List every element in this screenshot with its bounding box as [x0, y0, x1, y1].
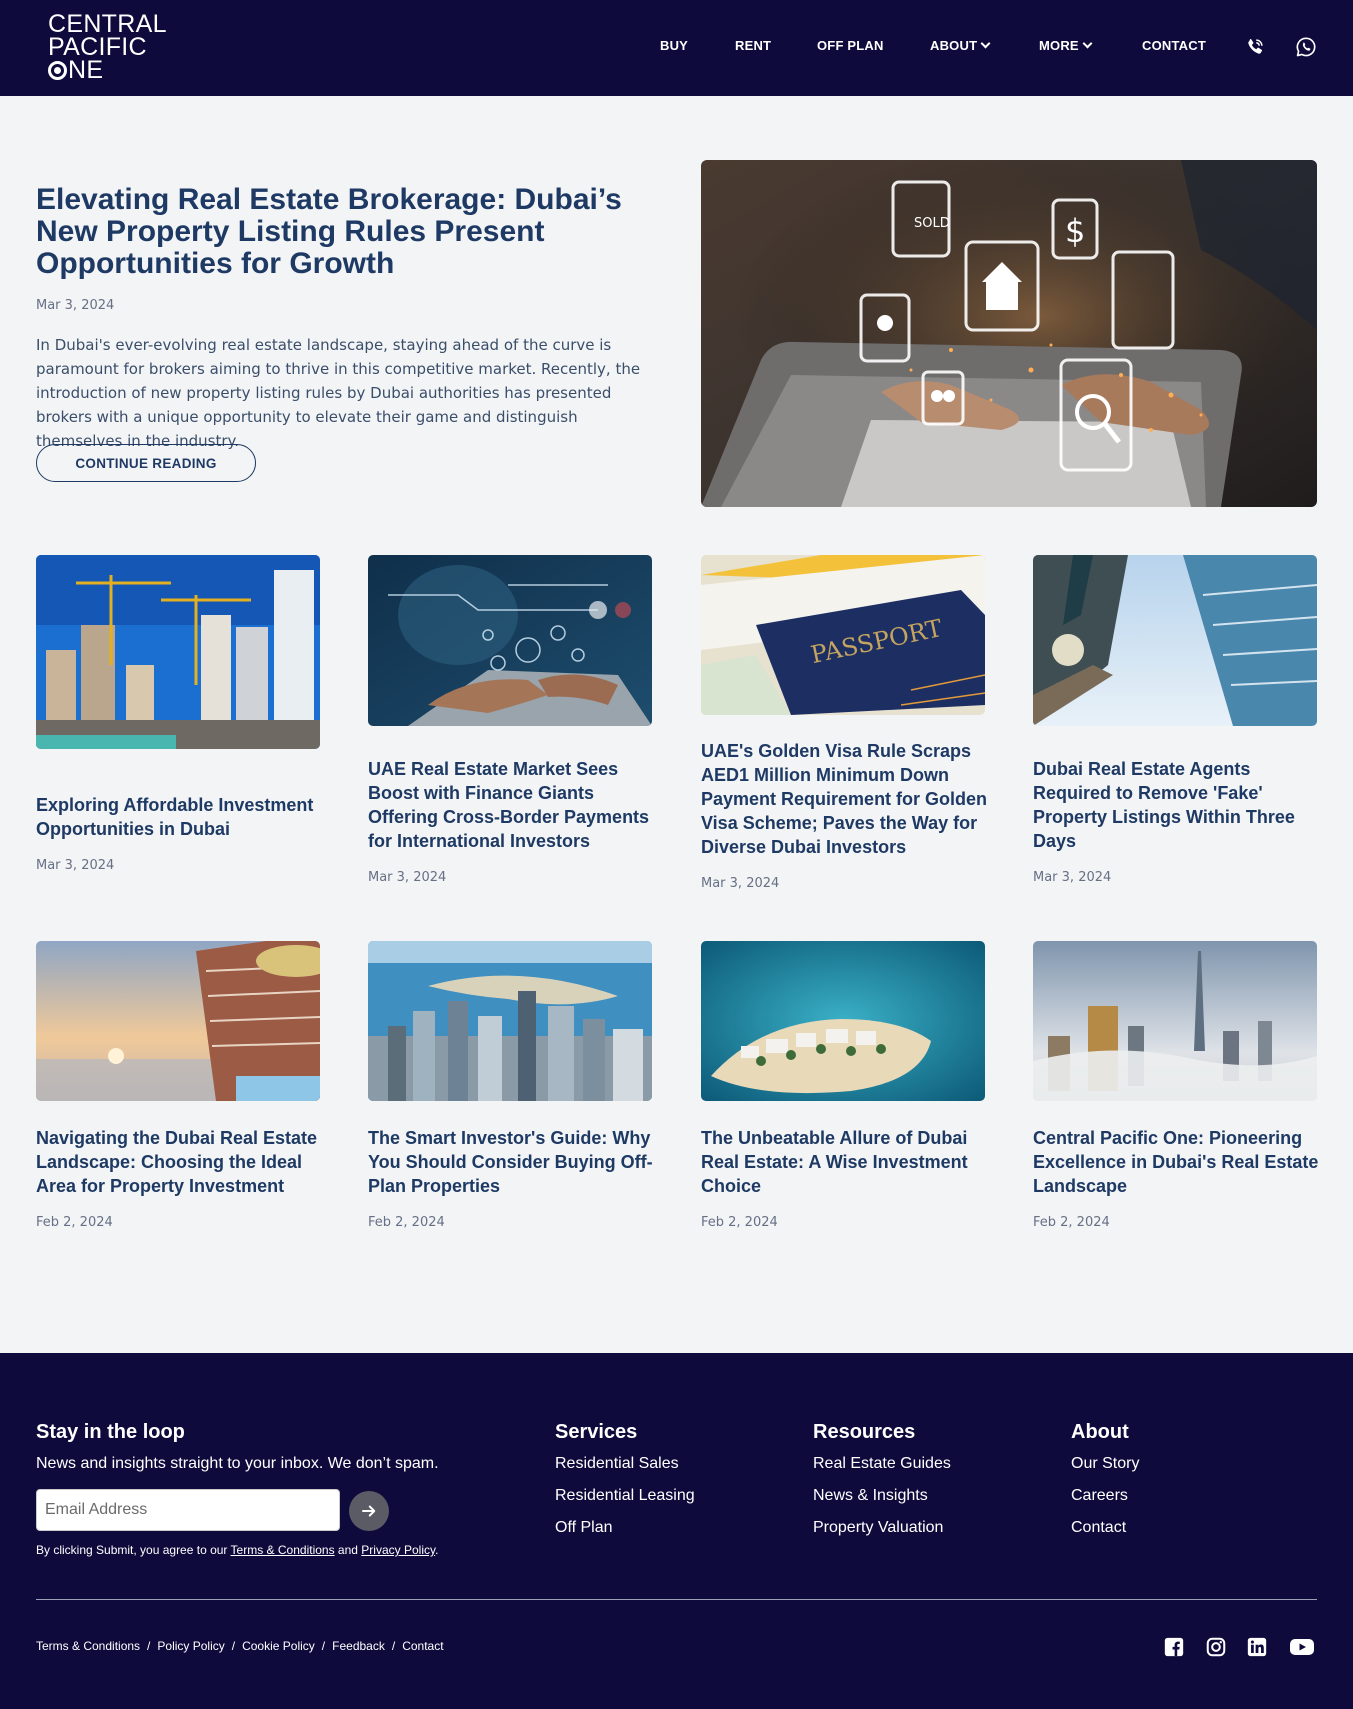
instagram-icon[interactable] — [1205, 1636, 1227, 1658]
passport-image[interactable]: PASSPORT — [701, 555, 985, 715]
arrow-right-icon — [362, 1505, 376, 1517]
dubai-marina-palm-image[interactable] — [368, 941, 652, 1101]
laptop-real-estate-icons-image[interactable]: SOLD $ — [701, 160, 1317, 507]
svg-text:$: $ — [1065, 212, 1085, 250]
footer-bottom-links: Terms & Conditions / Policy Policy / Cookie … — [36, 1639, 444, 1653]
laptop-security-image[interactable] — [368, 555, 652, 726]
email-field[interactable] — [36, 1489, 340, 1531]
footer-link-real-estate-guides[interactable]: Real Estate Guides — [813, 1455, 951, 1473]
nav-buy[interactable]: BUY — [660, 38, 688, 53]
nav-off-plan[interactable]: OFF PLAN — [817, 38, 884, 53]
article-date: Feb 2, 2024 — [36, 1215, 113, 1230]
footer-services-title: Services — [555, 1421, 638, 1443]
article-title[interactable]: Navigating the Dubai Real Estate Landsca… — [36, 1126, 326, 1198]
whatsapp-icon[interactable] — [1295, 36, 1317, 58]
footer-link-off-plan[interactable]: Off Plan — [555, 1519, 613, 1537]
featured-article-excerpt: In Dubai's ever-evolving real estate lan… — [36, 336, 641, 450]
article-date: Mar 3, 2024 — [1033, 870, 1112, 885]
skyscrapers-sky-image[interactable] — [1033, 555, 1317, 726]
article-date: Mar 3, 2024 — [368, 870, 447, 885]
linkedin-icon[interactable] — [1246, 1636, 1268, 1658]
logo-line-3: NE — [68, 56, 104, 84]
article-title[interactable]: The Smart Investor's Guide: Why You Shou… — [368, 1126, 658, 1198]
nav-rent[interactable]: RENT — [735, 38, 771, 53]
logo-o-mark-icon — [48, 61, 67, 80]
site-header: CENTRAL PACIFIC NE BUY RENT OFF PLAN ABO… — [0, 0, 1353, 96]
footer-link-residential-sales[interactable]: Residential Sales — [555, 1455, 679, 1473]
footer-link-contact[interactable]: Contact — [1071, 1519, 1126, 1537]
facebook-icon[interactable] — [1163, 1636, 1185, 1658]
article-title[interactable]: UAE Real Estate Market Sees Boost with F… — [368, 757, 658, 853]
footer-link-residential-leasing[interactable]: Residential Leasing — [555, 1487, 695, 1505]
footer-link-our-story[interactable]: Our Story — [1071, 1455, 1139, 1473]
article-date: Mar 3, 2024 — [36, 858, 115, 873]
continue-reading-button[interactable]: CONTINUE READING — [36, 444, 256, 482]
privacy-link[interactable]: Privacy Policy — [361, 1543, 435, 1557]
featured-article-title[interactable]: Elevating Real Estate Brokerage: Dubai’s… — [36, 184, 636, 280]
site-footer: Stay in the loop News and insights strai… — [0, 1353, 1353, 1709]
bottom-link-cookie-policy[interactable]: Cookie Policy — [242, 1639, 315, 1653]
article-title[interactable]: Exploring Affordable Investment Opportun… — [36, 793, 326, 841]
phone-icon[interactable] — [1244, 36, 1266, 58]
article-title[interactable]: UAE's Golden Visa Rule Scraps AED1 Milli… — [701, 739, 991, 859]
footer-divider — [36, 1599, 1317, 1600]
downtown-fog-skyline-image[interactable] — [1033, 941, 1317, 1101]
construction-cranes-image[interactable] — [36, 555, 320, 749]
newsletter-submit-button[interactable] — [349, 1491, 389, 1531]
newsletter-subtitle: News and insights straight to your inbox… — [36, 1455, 439, 1472]
nav-more[interactable]: MORE — [1039, 38, 1093, 53]
chevron-down-icon — [980, 38, 991, 49]
youtube-icon[interactable] — [1289, 1636, 1315, 1658]
footer-link-careers[interactable]: Careers — [1071, 1487, 1128, 1505]
chevron-down-icon — [1082, 38, 1093, 49]
article-title[interactable]: Dubai Real Estate Agents Required to Rem… — [1033, 757, 1323, 853]
featured-article-date: Mar 3, 2024 — [36, 298, 115, 313]
article-date: Feb 2, 2024 — [368, 1215, 445, 1230]
article-title[interactable]: Central Pacific One: Pioneering Excellen… — [1033, 1126, 1323, 1198]
article-date: Mar 3, 2024 — [701, 876, 780, 891]
central-pacific-one-logo[interactable]: CENTRAL PACIFIC NE — [48, 12, 188, 84]
footer-resources-title: Resources — [813, 1421, 916, 1443]
terms-link[interactable]: Terms & Conditions — [231, 1543, 335, 1557]
footer-about-title: About — [1071, 1421, 1129, 1443]
article-date: Feb 2, 2024 — [1033, 1215, 1110, 1230]
footer-link-property-valuation[interactable]: Property Valuation — [813, 1519, 943, 1537]
bottom-link-feedback[interactable]: Feedback — [332, 1639, 385, 1653]
nav-contact[interactable]: CONTACT — [1142, 38, 1206, 53]
bottom-link-contact[interactable]: Contact — [402, 1639, 443, 1653]
newsletter-title: Stay in the loop — [36, 1421, 185, 1443]
island-villas-image[interactable] — [701, 941, 985, 1101]
bottom-link-policy[interactable]: Policy Policy — [157, 1639, 224, 1653]
article-date: Feb 2, 2024 — [701, 1215, 778, 1230]
article-title[interactable]: The Unbeatable Allure of Dubai Real Esta… — [701, 1126, 991, 1198]
newsletter-legal-text: By clicking Submit, you agree to our Ter… — [36, 1543, 439, 1557]
bottom-link-terms[interactable]: Terms & Conditions — [36, 1639, 140, 1653]
nav-about[interactable]: ABOUT — [930, 38, 991, 53]
svg-text:SOLD: SOLD — [914, 216, 950, 231]
hotel-terrace-sunset-image[interactable] — [36, 941, 320, 1101]
footer-link-news-insights[interactable]: News & Insights — [813, 1487, 928, 1505]
